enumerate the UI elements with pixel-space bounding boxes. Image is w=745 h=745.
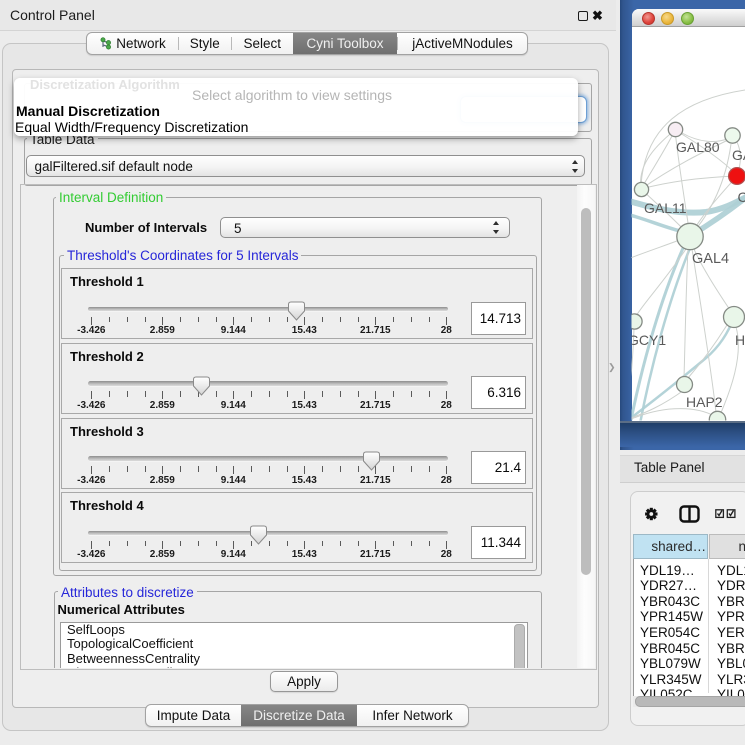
svg-text:GAL11: GAL11: [644, 200, 687, 216]
svg-text:GAL80: GAL80: [676, 139, 720, 155]
svg-text:GAL4: GAL4: [692, 251, 729, 267]
svg-text:C: C: [738, 189, 745, 205]
svg-text:HAP2: HAP2: [686, 394, 723, 410]
svg-text:H: H: [735, 332, 745, 348]
svg-text:GA: GA: [732, 147, 745, 163]
svg-text:GCY1: GCY1: [628, 332, 666, 348]
